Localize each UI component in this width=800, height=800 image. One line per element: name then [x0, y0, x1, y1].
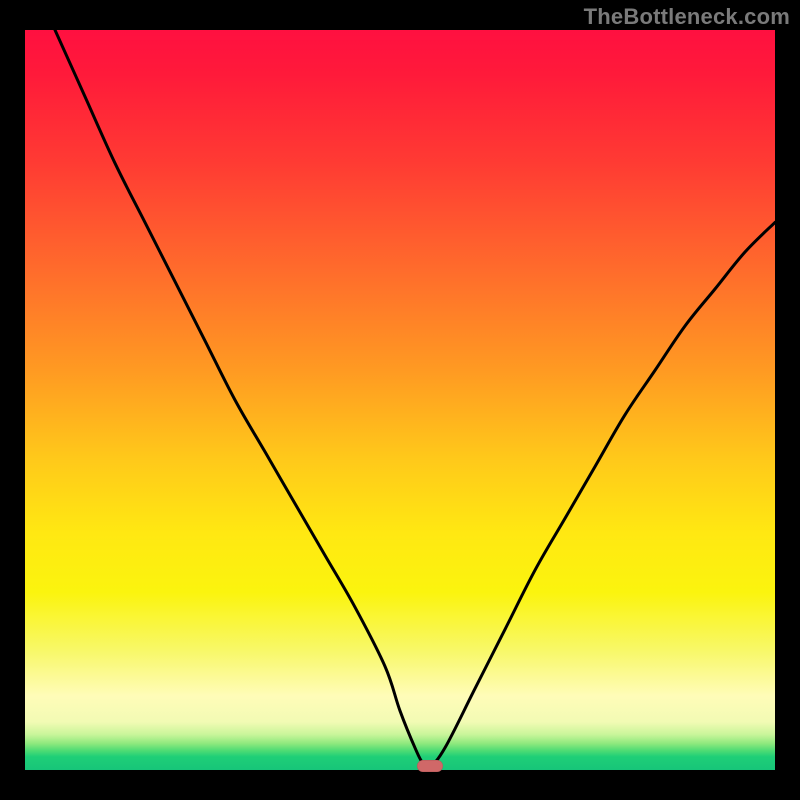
curve-path — [55, 30, 775, 767]
plot-area — [25, 30, 775, 770]
optimum-marker — [417, 760, 443, 772]
watermark-text: TheBottleneck.com — [584, 4, 790, 30]
bottleneck-curve — [25, 30, 775, 770]
chart-stage: TheBottleneck.com — [0, 0, 800, 800]
